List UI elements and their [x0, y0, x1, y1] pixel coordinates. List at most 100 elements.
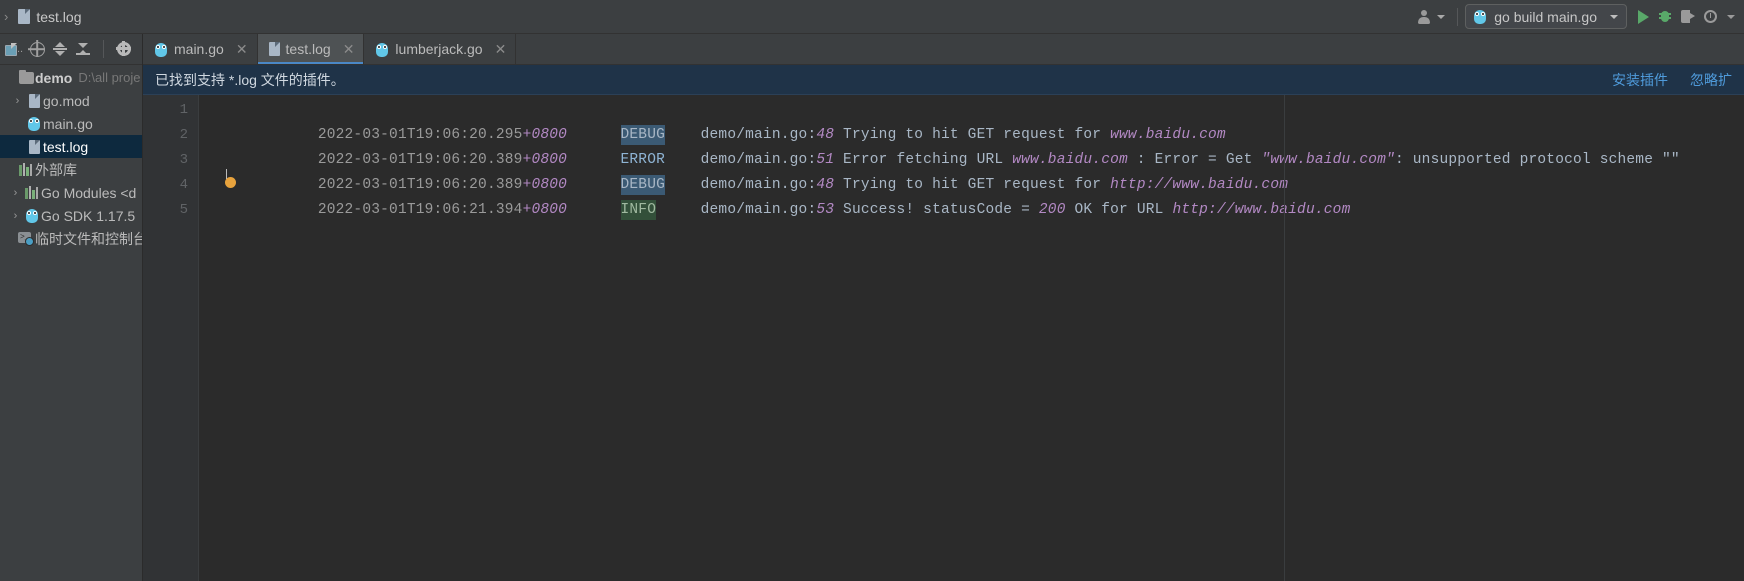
gopher-icon	[1473, 9, 1487, 24]
tab-main-go[interactable]: main.go ✕	[143, 34, 258, 64]
breadcrumb[interactable]: › test.log	[0, 7, 85, 27]
coverage-icon	[1681, 10, 1695, 23]
breadcrumb-separator: ›	[4, 9, 9, 24]
run-with-coverage-button[interactable]	[1676, 4, 1699, 30]
log-level-badge: DEBUG	[620, 175, 666, 195]
ignore-extension-link[interactable]: 忽略扩	[1690, 70, 1732, 90]
account-button[interactable]	[1413, 4, 1450, 30]
editor-area: main.go ✕ test.log ✕ lumberjack.go ✕ 已找到…	[143, 34, 1744, 581]
run-configuration-selector[interactable]: go build main.go	[1465, 4, 1627, 29]
log-quoted-url: "www.baidu.com"	[1261, 152, 1395, 168]
line-number: 1	[179, 102, 188, 118]
chevron-right-icon: ›	[2, 233, 17, 245]
log-timestamp: 2022-03-01T19:06:21.394	[317, 202, 523, 218]
log-timestamp: 2022-03-01T19:06:20.295	[317, 127, 523, 143]
project-tree: › demo D:\all proje › go.mod › main.go	[0, 65, 142, 581]
install-plugin-link[interactable]: 安装插件	[1612, 70, 1668, 90]
breadcrumb-file[interactable]: test.log	[14, 7, 85, 27]
chevron-right-icon[interactable]: ›	[8, 187, 23, 199]
log-timezone: +0800	[522, 127, 568, 143]
log-tail2: : unsupported protocol scheme ""	[1394, 152, 1680, 168]
log-level-badge: ERROR	[620, 152, 666, 168]
select-opened-file-icon[interactable]: ..	[4, 39, 24, 59]
log-level-badge: INFO	[620, 200, 657, 220]
log-source: demo/main.go:	[700, 202, 817, 218]
chevron-right-icon[interactable]: ›	[8, 210, 23, 222]
file-icon	[268, 42, 280, 56]
scratches-icon: >_	[17, 231, 35, 246]
collapse-all-icon[interactable]	[73, 39, 93, 59]
tab-test-log[interactable]: test.log ✕	[257, 34, 365, 64]
expand-all-icon[interactable]	[50, 39, 70, 59]
tree-item-go-sdk[interactable]: › Go SDK 1.17.5	[0, 204, 142, 227]
chevron-right-icon: ›	[10, 141, 25, 153]
editor-tabs: main.go ✕ test.log ✕ lumberjack.go ✕	[143, 34, 1744, 65]
line-number-gutter: 1 2 3 4 5	[143, 95, 199, 581]
notification-banner: 已找到支持 *.log 文件的插件。 安装插件 忽略扩	[143, 65, 1744, 95]
chevron-right-icon[interactable]: ›	[10, 95, 25, 107]
log-source-line: 53	[816, 202, 835, 218]
right-margin-guide	[1284, 95, 1285, 581]
text-caret	[226, 169, 227, 179]
line-number: 4	[179, 177, 188, 193]
log-viewer[interactable]: 1 2 3 4 5 2022-03-01T19:06:20.295+0800 D…	[143, 95, 1744, 581]
gopher-icon	[154, 42, 168, 57]
tree-item-label: 外部库	[35, 161, 77, 178]
tree-item-external-libraries[interactable]: › 外部库	[0, 158, 142, 181]
chevron-down-icon	[1610, 14, 1618, 19]
tab-lumberjack-go[interactable]: lumberjack.go ✕	[364, 34, 517, 64]
log-line[interactable]: 2022-03-01T19:06:20.295+0800 DEBUG demo/…	[199, 98, 1744, 145]
bug-icon	[1659, 10, 1671, 23]
log-url[interactable]: www.baidu.com	[1110, 127, 1226, 143]
tree-item-go-modules[interactable]: › Go Modules <d	[0, 181, 142, 204]
ide-body: .. › demo D:\all proje › go.mo	[0, 34, 1744, 581]
log-message: Trying to hit GET request for	[834, 177, 1111, 193]
close-icon[interactable]: ✕	[495, 42, 507, 56]
line-number: 5	[179, 202, 188, 218]
debug-button[interactable]	[1654, 4, 1676, 30]
chevron-down-icon	[1727, 14, 1735, 19]
log-message: Trying to hit GET request for	[834, 127, 1111, 143]
chevron-right-icon: ›	[10, 118, 25, 130]
close-icon[interactable]: ✕	[343, 42, 355, 56]
project-panel: .. › demo D:\all proje › go.mo	[0, 34, 143, 581]
log-timestamp: 2022-03-01T19:06:20.389	[317, 152, 523, 168]
profiler-clock-icon	[1704, 10, 1717, 23]
tree-item-demo[interactable]: › demo D:\all proje	[0, 66, 142, 89]
settings-gear-icon[interactable]	[114, 39, 134, 59]
gopher-icon	[25, 116, 43, 131]
log-content[interactable]: 2022-03-01T19:06:20.295+0800 DEBUG demo/…	[199, 95, 1744, 581]
close-icon[interactable]: ✕	[236, 42, 248, 56]
account-icon	[1418, 9, 1433, 24]
log-status-code: 200	[1038, 202, 1066, 218]
log-message: Success! statusCode =	[834, 202, 1039, 218]
tree-item-label: 临时文件和控制台	[35, 230, 142, 247]
log-url[interactable]: http://www.baidu.com	[1110, 177, 1288, 193]
log-source-line: 48	[816, 127, 835, 143]
profile-button[interactable]	[1699, 4, 1722, 30]
log-url[interactable]: www.baidu.com	[1012, 152, 1128, 168]
folder-icon	[17, 69, 35, 84]
log-url[interactable]: http://www.baidu.com	[1172, 202, 1350, 218]
tab-label: test.log	[285, 41, 331, 57]
top-toolbar-right: go build main.go	[1413, 0, 1744, 33]
log-timestamp: 2022-03-01T19:06:20.389	[317, 177, 523, 193]
tree-item-label: main.go	[43, 115, 93, 132]
log-source: demo/main.go:	[700, 177, 817, 193]
gopher-icon	[23, 208, 41, 223]
tree-item-main-go[interactable]: › main.go	[0, 112, 142, 135]
log-source: demo/main.go:	[700, 127, 817, 143]
toolbar-divider	[1457, 7, 1459, 26]
chevron-right-icon: ›	[2, 72, 17, 84]
file-icon	[25, 139, 43, 154]
tree-item-label: test.log	[43, 138, 89, 155]
tree-item-label: Go Modules <d	[41, 184, 137, 201]
tree-item-scratches[interactable]: › >_ 临时文件和控制台	[0, 227, 142, 250]
locate-icon[interactable]	[27, 39, 47, 59]
more-toolbar-button[interactable]	[1722, 4, 1740, 30]
tree-item-test-log[interactable]: › test.log	[0, 135, 142, 158]
log-level-badge: DEBUG	[620, 125, 666, 145]
run-button[interactable]	[1633, 4, 1654, 30]
tree-item-go-mod[interactable]: › go.mod	[0, 89, 142, 112]
log-tail: OK for URL	[1065, 202, 1173, 218]
